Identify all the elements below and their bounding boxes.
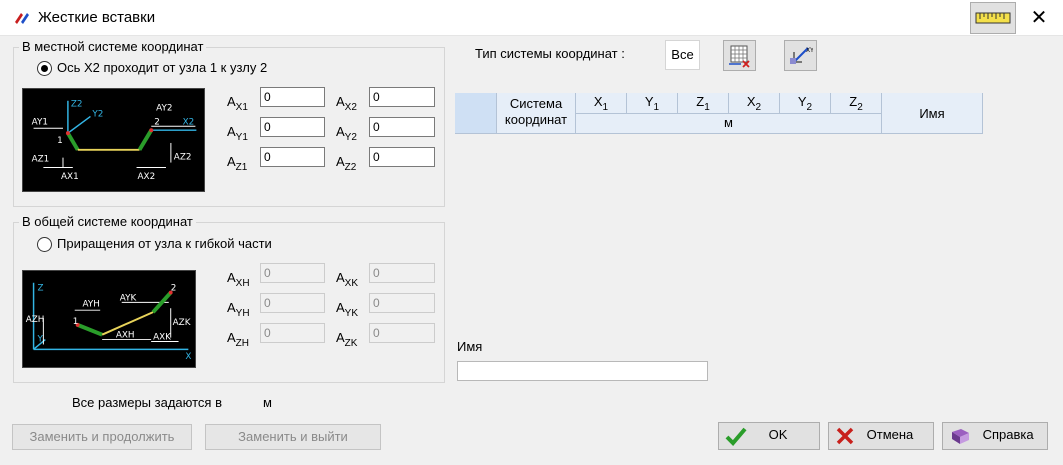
table-header-system-text[interactable]: Система координат [497,93,576,134]
diagram-label-y: Y [36,335,43,345]
coordinate-axes-icon: XY [790,47,814,64]
table-header-z1[interactable]: Z1 [678,93,729,114]
table-header-unit: м [576,114,882,134]
ax2-input[interactable]: 0 [369,87,435,107]
ax1-input[interactable]: 0 [260,87,325,107]
label-ax2: AX2 [336,94,357,113]
label-axh: AXH [227,270,250,289]
ayh-input[interactable]: 0 [260,293,325,313]
label-az2: AZ2 [336,154,357,173]
grid-select-icon [729,45,750,68]
diagram-label-n1: 1 [73,317,79,327]
diagram-label-z2: Z2 [71,100,83,110]
help-book-icon [952,428,969,444]
global-coords-diagram: Z Y X AYH AYK 1 2 AZH AZK AXH AXK [22,270,196,368]
az1-input[interactable]: 0 [260,147,325,167]
checkmark-icon [725,427,747,446]
coord-type-value[interactable]: Все [665,40,700,70]
cancel-label: Отмена [866,427,914,442]
global-coords-radio[interactable] [37,237,52,252]
axes-button[interactable]: XY [784,40,817,71]
ay1-input[interactable]: 0 [260,117,325,137]
axh-input[interactable]: 0 [260,263,325,283]
diagram-label-n1: 1 [57,136,63,146]
cross-icon [836,427,854,444]
diagram-label-x2: X2 [183,117,195,127]
units-value: м [263,395,272,410]
coords-table-header-cells: Система координат X1 Y1 Z1 X2 Y2 Z2 м Им… [455,93,983,134]
replace-exit-button[interactable]: Заменить и выйти [205,424,381,450]
stiff-insert-app-icon [13,10,31,26]
label-axk: AXK [336,270,359,289]
replace-continue-button[interactable]: Заменить и продолжить [12,424,192,450]
diagram-label-azk: AZK [173,318,191,328]
diagram-label-ax2: AX2 [138,172,156,182]
ayk-input[interactable]: 0 [369,293,435,313]
diagram-label-n2: 2 [154,117,160,127]
azk-input[interactable]: 0 [369,323,435,343]
diagram-label-ax1: AX1 [61,172,79,182]
ruler-button[interactable] [970,2,1016,34]
label-ay1: AY1 [227,124,248,143]
global-coords-group-title: В общей системе координат [19,214,196,229]
local-coords-group-title: В местной системе координат [19,39,207,54]
table-header-x2[interactable]: X2 [729,93,780,114]
coord-type-label: Тип системы координат : [475,46,625,61]
azh-input[interactable]: 0 [260,323,325,343]
window-title: Жесткие вставки [38,9,156,26]
cancel-button[interactable]: Отмена [828,422,934,450]
table-header-z2[interactable]: Z2 [831,93,882,114]
ruler-icon [975,12,1011,24]
diagram-label-az1: AZ1 [32,155,50,165]
diagram-label-ay1: AY1 [32,117,48,127]
local-coords-diagram: Z2 Y2 X2 AY1 AY2 1 2 AZ1 AZ2 AX1 AX2 [22,88,205,192]
label-ax1: AX1 [227,94,248,113]
grid-select-button[interactable] [723,40,756,71]
ay2-input[interactable]: 0 [369,117,435,137]
global-coords-radio-label: Приращения от узла к гибкой части [57,236,272,251]
az2-input[interactable]: 0 [369,147,435,167]
axk-input[interactable]: 0 [369,263,435,283]
table-header-y2[interactable]: Y2 [780,93,831,114]
ok-button[interactable]: OK [718,422,820,450]
table-corner-cell-left[interactable] [455,93,497,134]
diagram-label-azh: AZH [26,315,45,325]
units-label: Все размеры задаются в [72,395,222,410]
close-button[interactable]: ✕ [1024,8,1054,30]
label-ay2: AY2 [336,124,357,143]
name-input[interactable] [457,361,708,381]
title-bar [0,0,1063,36]
name-label: Имя [457,339,483,354]
ok-label: OK [768,427,788,442]
svg-text:XY: XY [806,47,813,54]
table-header-y1[interactable]: Y1 [627,93,678,114]
label-ayk: AYK [336,300,359,319]
label-azh: AZH [227,330,250,349]
diagram-label-ayh: AYH [83,299,100,309]
table-header-x1[interactable]: X1 [576,93,627,114]
help-label: Справка [982,427,1034,442]
diagram-label-y2: Y2 [91,109,103,119]
label-azk: AZK [336,330,358,349]
help-button[interactable]: Справка [942,422,1048,450]
diagram-label-z: Z [37,284,43,294]
diagram-label-n2: 2 [171,284,177,294]
label-ayh: AYH [227,300,250,319]
diagram-label-ay2: AY2 [156,104,172,114]
local-coords-radio[interactable] [37,61,52,76]
label-az1: AZ1 [227,154,248,173]
diagram-label-axk: AXK [153,333,171,343]
diagram-label-x: X [185,352,191,362]
diagram-label-az2: AZ2 [174,153,192,163]
local-coords-radio-label: Ось X2 проходит от узла 1 к узлу 2 [57,60,268,75]
diagram-label-axh: AXH [116,331,135,341]
table-header-name[interactable]: Имя [882,93,983,134]
diagram-label-ayk: AYK [120,293,137,303]
